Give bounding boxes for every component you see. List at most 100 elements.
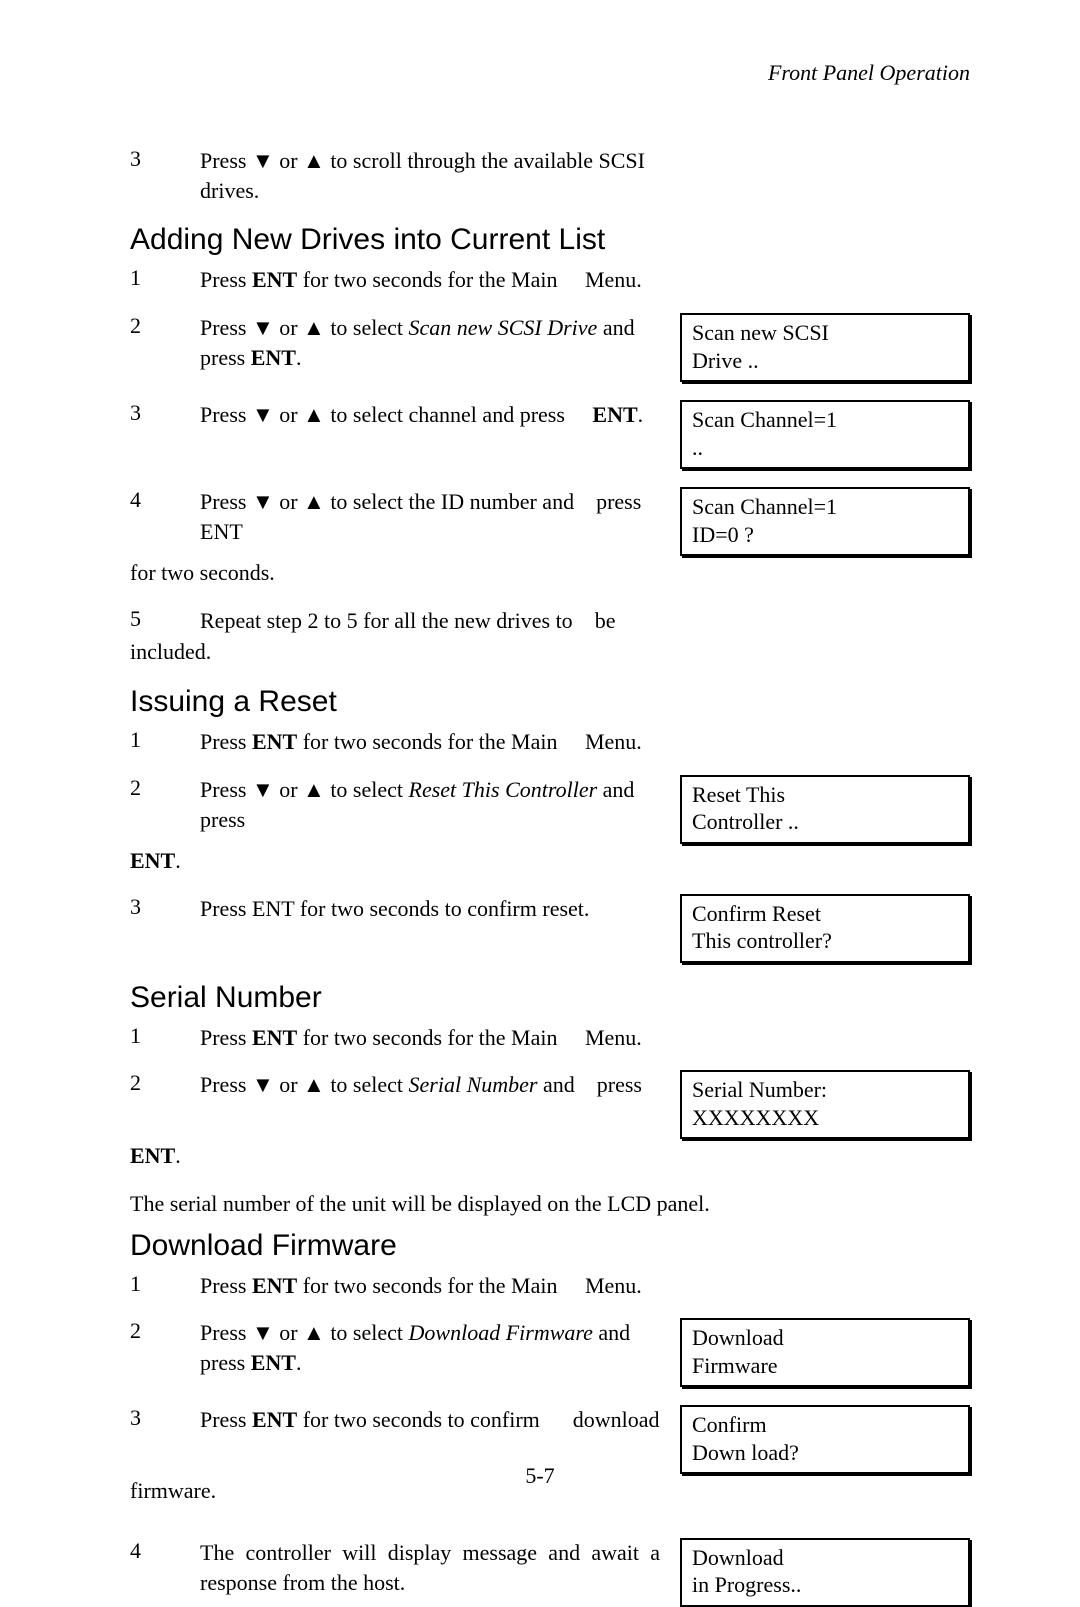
step-number: 3 [130,146,200,172]
text-fragment: . [638,402,644,427]
text-fragment: . [175,848,181,873]
adding-step-4-cont: for two seconds. [130,558,970,588]
section-title-adding: Adding New Drives into Current List [130,223,970,257]
lcd-line: Confirm [692,1411,958,1439]
lcd-line: in Progress.. [692,1571,958,1599]
step-text: Press ENT for two seconds for the Main M… [200,1271,680,1301]
reset-step-2-cont: ENT. [130,846,970,876]
serial-step-2: 2 Press ▼ or ▲ to select Serial Number a… [130,1070,970,1139]
step-number: 5 [130,606,200,632]
text-fragment: Press [200,1407,252,1432]
text-fragment: download [573,1407,660,1432]
step-number: 4 [130,1538,200,1564]
page: Front Panel Operation 3 Press ▼ or ▲ to … [0,0,1080,1529]
lcd-display: Scan Channel=1 ID=0 ? [680,487,970,556]
ent-label: ENT [251,1350,296,1375]
ent-label: ENT [252,1407,297,1432]
download-step-1: 1 Press ENT for two seconds for the Main… [130,1271,970,1301]
text-fragment: for two seconds for the Main [297,729,557,754]
download-step-2: 2 Press ▼ or ▲ to select Download Firmwa… [130,1318,970,1387]
text-fragment: Press [200,729,252,754]
page-number: 5-7 [0,1463,1080,1489]
step-text: Press ▼ or ▲ to select Reset This Contro… [200,775,680,834]
reset-step-3: 3 Press ENT for two seconds to confirm r… [130,894,970,963]
lcd-display: Scan new SCSI Drive .. [680,313,970,382]
text-fragment: Menu. [585,267,642,292]
italic-text: Scan new SCSI Drive [409,315,598,340]
running-header: Front Panel Operation [130,60,970,86]
italic-text: Download Firmware [409,1320,593,1345]
text-fragment: . [175,1143,181,1168]
serial-step-2-cont: ENT. [130,1141,970,1171]
text-fragment: Press [200,1273,252,1298]
step-text: Repeat step 2 to 5 for all the new drive… [200,606,680,636]
text-fragment: for two seconds for the Main [297,267,557,292]
ent-label: ENT [130,1143,175,1168]
adding-step-1: 1 Press ENT for two seconds for the Main… [130,265,970,295]
step-text: Press ENT for two seconds to confirm dow… [200,1405,680,1435]
lcd-line: Download [692,1544,958,1572]
lcd-display: Download Firmware [680,1318,970,1387]
section-title-reset: Issuing a Reset [130,685,970,719]
text-fragment: Menu. [585,1273,642,1298]
step-number: 2 [130,1318,200,1344]
text-fragment: Press ▼ or ▲ to select the ID number and [200,489,574,514]
lcd-line: Scan Channel=1 [692,493,958,521]
intro-step-3: 3 Press ▼ or ▲ to scroll through the ava… [130,146,970,205]
step-number: 3 [130,400,200,426]
lcd-line: ID=0 ? [692,521,958,549]
lcd-line: .. [692,434,958,462]
lcd-line: Scan new SCSI [692,319,958,347]
step-text: Press ENT for two seconds for the Main M… [200,1023,680,1053]
lcd-line: Scan Channel=1 [692,406,958,434]
serial-note: The serial number of the unit will be di… [130,1189,970,1219]
text-fragment: Repeat step 2 to 5 for all the new drive… [200,608,573,633]
step-number: 3 [130,894,200,920]
step-number: 1 [130,265,200,291]
text-fragment: for two seconds to confirm [297,1407,540,1432]
step-number: 2 [130,1070,200,1096]
adding-step-4: 4 Press ▼ or ▲ to select the ID number a… [130,487,970,556]
text-fragment: . [296,1350,302,1375]
step-text: Press ▼ or ▲ to select Scan new SCSI Dri… [200,313,680,372]
lcd-line: Drive .. [692,347,958,375]
section-title-download: Download Firmware [130,1229,970,1263]
step-text: Press ENT for two seconds to confirm res… [200,894,680,924]
lcd-line: Download [692,1324,958,1352]
step-number: 2 [130,775,200,801]
text-fragment: Press [200,1025,252,1050]
step-text: Press ENT for two seconds for the Main M… [200,265,680,295]
text-fragment: press [597,1072,642,1097]
step-text: The controller will display message and … [200,1538,680,1597]
step-number: 1 [130,1271,200,1297]
ent-label: ENT [130,848,175,873]
text-fragment: Press ▼ or ▲ to select channel and press [200,402,565,427]
step-number: 1 [130,727,200,753]
step-number: 1 [130,1023,200,1049]
lcd-line: XXXXXXXX [692,1104,958,1132]
text-fragment: Press ▼ or ▲ to select [200,777,409,802]
text-fragment: for two seconds for the Main [297,1025,557,1050]
step-number: 3 [130,1405,200,1431]
italic-text: Serial Number [409,1072,538,1097]
adding-step-3: 3 Press ▼ or ▲ to select channel and pre… [130,400,970,469]
lcd-line: Serial Number: [692,1076,958,1104]
serial-step-1: 1 Press ENT for two seconds for the Main… [130,1023,970,1053]
adding-step-5-cont: included. [130,637,970,667]
lcd-display: Scan Channel=1 .. [680,400,970,469]
ent-label: ENT [592,402,637,427]
lcd-line: Reset This [692,781,958,809]
ent-label: ENT [251,345,296,370]
lcd-display: Reset This Controller .. [680,775,970,844]
step-text: Press ENT for two seconds for the Main M… [200,727,680,757]
text-fragment: be [595,608,616,633]
lcd-display: Confirm Reset This controller? [680,894,970,963]
step-text: Press ▼ or ▲ to select the ID number and… [200,487,680,546]
step-text: Press ▼ or ▲ to select Serial Number and… [200,1070,680,1100]
reset-step-1: 1 Press ENT for two seconds for the Main… [130,727,970,757]
step-number: 2 [130,313,200,339]
text-fragment: . [296,345,302,370]
adding-step-5: 5 Repeat step 2 to 5 for all the new dri… [130,606,970,636]
lcd-display: Download in Progress.. [680,1538,970,1607]
text-fragment: Press ▼ or ▲ to select [200,315,409,340]
